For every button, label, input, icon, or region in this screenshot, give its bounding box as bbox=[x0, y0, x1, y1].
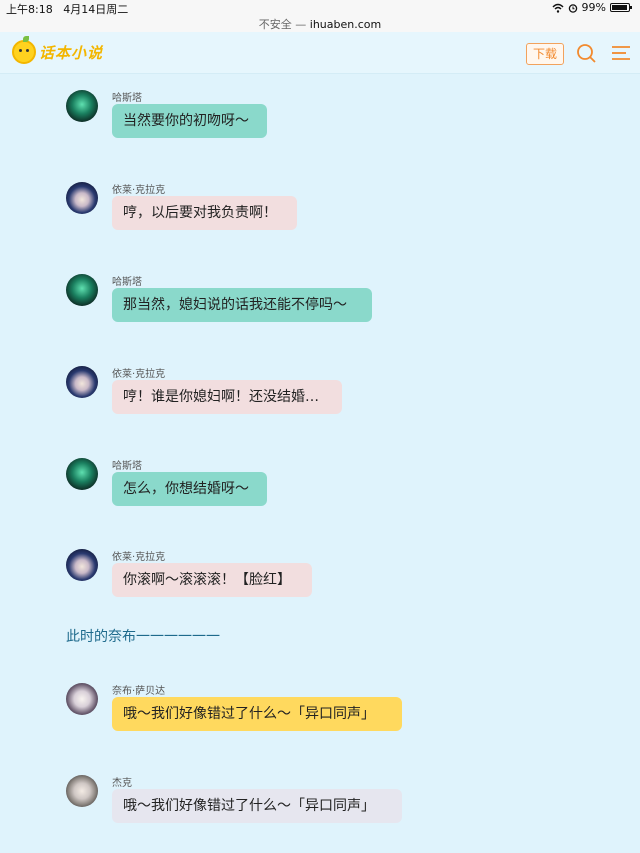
message-bubble: 哼，以后要对我负责啊！ bbox=[112, 196, 297, 230]
status-time-date: 上午8:18 4月14日周二 bbox=[6, 1, 128, 17]
search-icon[interactable] bbox=[576, 43, 596, 63]
status-date: 4月14日周二 bbox=[63, 3, 129, 16]
avatar[interactable] bbox=[66, 274, 98, 306]
security-label: 不安全 — bbox=[258, 18, 310, 31]
site-logo[interactable]: 话本小说 bbox=[12, 36, 104, 64]
speaker-name: 依莱·克拉克 bbox=[112, 185, 166, 196]
message-bubble: 怎么，你想结婚呀～ bbox=[112, 472, 267, 506]
avatar[interactable] bbox=[66, 366, 98, 398]
speaker-name: 哈斯塔 bbox=[112, 93, 142, 104]
battery-icon bbox=[610, 3, 632, 12]
avatar[interactable] bbox=[66, 683, 98, 715]
logo-text: 话本小说 bbox=[39, 43, 104, 62]
message-bubble: 那当然，媳妇说的话我还能不停吗～ bbox=[112, 288, 372, 322]
wifi-icon bbox=[552, 3, 564, 13]
avatar[interactable] bbox=[66, 90, 98, 122]
speaker-name: 依莱·克拉克 bbox=[112, 552, 166, 563]
speaker-name: 奈布·萨贝达 bbox=[112, 686, 166, 697]
site-header: 话本小说 下载 bbox=[0, 32, 640, 74]
avatar[interactable] bbox=[66, 458, 98, 490]
download-button[interactable]: 下载 bbox=[526, 43, 564, 65]
menu-icon[interactable] bbox=[611, 44, 631, 62]
status-bar: 上午8:18 4月14日周二 99% bbox=[0, 0, 640, 16]
speaker-name: 哈斯塔 bbox=[112, 277, 142, 288]
speaker-name: 杰克 bbox=[112, 778, 132, 789]
avatar[interactable] bbox=[66, 549, 98, 581]
message-bubble: 你滚啊～滚滚滚！【脸红】 bbox=[112, 563, 312, 597]
message-bubble: 当然要你的初吻呀～ bbox=[112, 104, 267, 138]
status-time: 上午8:18 bbox=[6, 3, 53, 16]
speaker-name: 依莱·克拉克 bbox=[112, 369, 166, 380]
message-bubble: 哼！谁是你媳妇啊！还没结婚… bbox=[112, 380, 342, 414]
battery-percent: 99% bbox=[581, 1, 606, 14]
url-bar[interactable]: 不安全 — ihuaben.com bbox=[0, 16, 640, 32]
url-domain: ihuaben.com bbox=[309, 18, 382, 31]
narration-text: 此时的奈布一一一一一一 bbox=[66, 629, 220, 645]
speaker-name: 哈斯塔 bbox=[112, 461, 142, 472]
avatar[interactable] bbox=[66, 775, 98, 807]
message-bubble: 哦～我们好像错过了什么～「异口同声」 bbox=[112, 789, 402, 823]
avatar[interactable] bbox=[66, 182, 98, 214]
message-bubble: 哦～我们好像错过了什么～「异口同声」 bbox=[112, 697, 402, 731]
logo-mascot-icon bbox=[12, 36, 36, 64]
status-indicators: 99% bbox=[552, 1, 632, 14]
alarm-icon bbox=[568, 3, 577, 13]
